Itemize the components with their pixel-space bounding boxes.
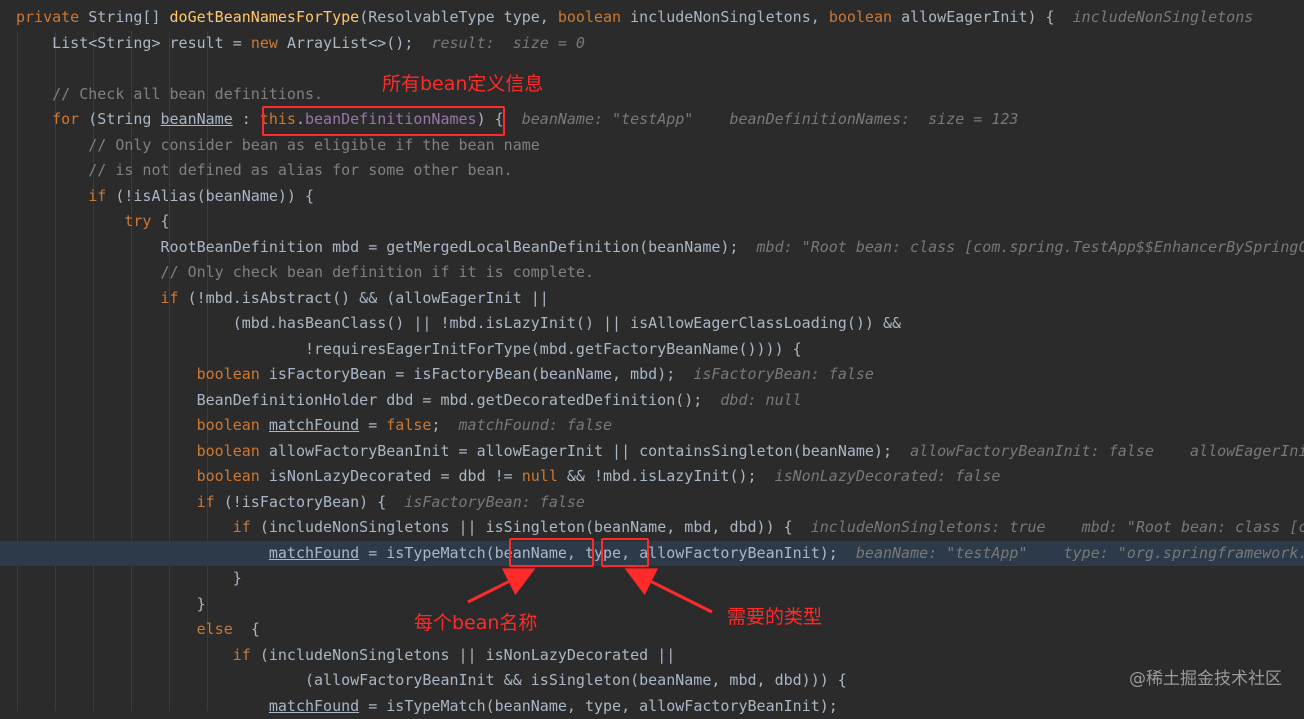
annotation-required-type: 需要的类型 [727, 602, 822, 629]
arrow-to-type [630, 571, 712, 612]
annotation-arrows [0, 0, 1304, 711]
annotation-each-bean-name: 每个bean名称 [414, 608, 537, 635]
arrow-to-bean-name [468, 571, 530, 602]
annotation-all-bean-definitions: 所有bean定义信息 [382, 69, 543, 96]
watermark: @稀土掘金技术社区 [1129, 664, 1282, 689]
